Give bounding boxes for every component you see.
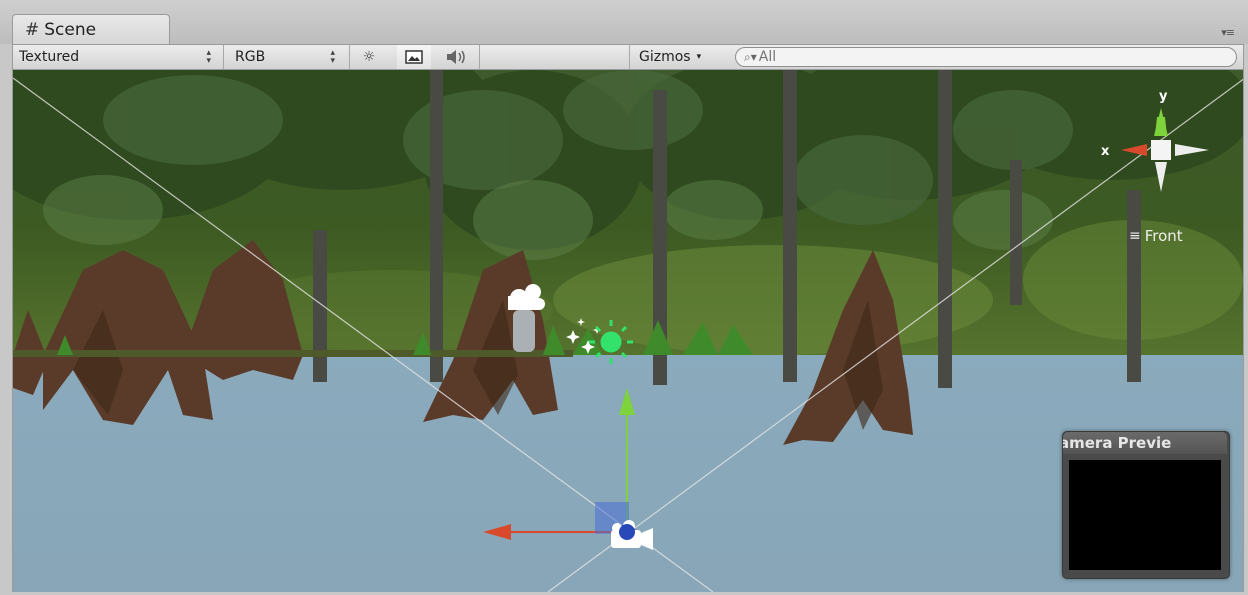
search-input[interactable] <box>756 49 1199 65</box>
scene-viewport[interactable]: y x ≡ Front amera Previe <box>12 70 1244 592</box>
image-icon <box>405 50 423 64</box>
camera-preview-window: amera Previe <box>1062 431 1230 579</box>
dropdown-arrows-icon: ▴ ▾ <box>206 48 211 66</box>
camera-preview-screen <box>1069 460 1221 570</box>
speaker-icon <box>447 50 465 64</box>
toolbar-divider <box>629 45 630 69</box>
menu-icon: ≡ <box>1129 228 1141 244</box>
view-orientation-label[interactable]: ≡ Front <box>1129 227 1183 245</box>
tab-scene-label: Scene <box>44 19 97 40</box>
view-orientation-value: Front <box>1144 227 1183 245</box>
toolbar-divider <box>223 45 224 69</box>
render-mode-value: Textured <box>19 49 80 65</box>
search-icon: ⌕▾ <box>744 49 757 64</box>
chevron-down-icon: ▾ <box>696 52 702 62</box>
scene-search-field[interactable]: ⌕▾ <box>735 47 1237 67</box>
scene-toolbar: Textured ▴ ▾ RGB ▴ ▾ ☼ Gizmos ▾ ⌕▾ <box>12 44 1244 70</box>
channel-mode-dropdown[interactable]: RGB ▴ ▾ <box>235 45 341 69</box>
toolbar-divider <box>349 45 350 69</box>
scene-overlay-toggle[interactable] <box>397 45 431 69</box>
camera-preview-title: amera Previe <box>1063 432 1227 454</box>
scene-render: y x <box>13 70 1243 592</box>
tab-strip: # Scene ▾≡ <box>0 0 1248 44</box>
pane-menu-icon[interactable]: ▾≡ <box>1221 26 1235 39</box>
scene-hash-icon: # <box>25 19 40 40</box>
dropdown-arrows-icon: ▴ ▾ <box>330 48 335 66</box>
toolbar-divider <box>479 45 480 69</box>
scene-lighting-toggle[interactable]: ☼ <box>353 45 385 69</box>
channel-mode-value: RGB <box>235 49 266 65</box>
gizmos-label: Gizmos <box>639 49 691 65</box>
sun-icon: ☼ <box>362 49 376 65</box>
gizmos-dropdown[interactable]: Gizmos ▾ <box>639 45 701 69</box>
tab-scene[interactable]: # Scene <box>12 14 170 44</box>
scene-audio-toggle[interactable] <box>437 45 475 69</box>
gizmo-axis-x-label: x <box>1101 144 1110 159</box>
render-mode-dropdown[interactable]: Textured ▴ ▾ <box>19 45 217 69</box>
gizmo-axis-y-label: y <box>1159 89 1168 104</box>
